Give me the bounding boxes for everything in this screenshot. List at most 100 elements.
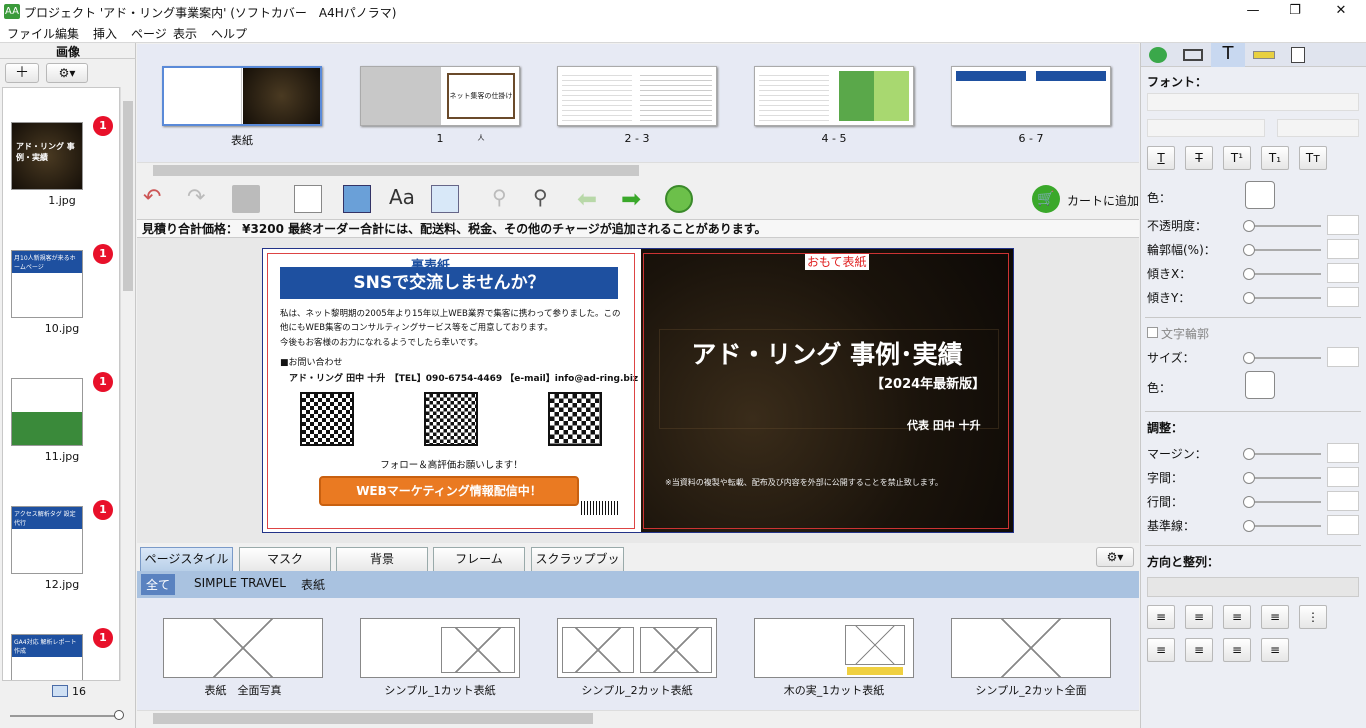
redo-icon[interactable]: ↷	[187, 185, 215, 213]
skew-y-input[interactable]	[1327, 287, 1359, 307]
add-page-icon[interactable]	[294, 185, 322, 213]
char-spacing-slider[interactable]	[1243, 472, 1321, 484]
page-thumb-4-5[interactable]	[754, 66, 914, 126]
add-photo-icon[interactable]	[343, 185, 371, 213]
list-item[interactable]: アド・リング 事例・実績 1 1.jpg	[3, 116, 119, 212]
line-spacing-input[interactable]	[1327, 491, 1359, 511]
align-center-button[interactable]: ≡	[1185, 605, 1213, 629]
slider-knob[interactable]	[1243, 352, 1255, 364]
align-middle-button[interactable]: ≡	[1185, 638, 1213, 662]
back-cover[interactable]: 裏表紙 SNSで交流しませんか？ 私は、ネット黎明期の2005年より15年以上W…	[263, 249, 640, 532]
opacity-input[interactable]	[1327, 215, 1359, 235]
add-image-button[interactable]: ＋	[5, 63, 39, 83]
skew-x-slider[interactable]	[1243, 268, 1321, 280]
slider-knob[interactable]	[1243, 268, 1255, 280]
add-to-cart-label[interactable]: カートに追加	[1067, 192, 1139, 209]
image-list-scrollbar[interactable]	[120, 87, 134, 681]
cover-spread[interactable]: 裏表紙 SNSで交流しませんか？ 私は、ネット黎明期の2005年より15年以上W…	[262, 248, 1014, 533]
list-item[interactable]: 月10人新規客が来るホームページ 1 10.jpg	[3, 244, 119, 340]
align-justify-button[interactable]: ≡	[1261, 605, 1289, 629]
close-button[interactable]: ✕	[1326, 2, 1356, 20]
maximize-button[interactable]: ❐	[1280, 2, 1310, 20]
page-thumb-1[interactable]: ネット集客の仕掛け人	[360, 66, 520, 142]
tab-frame[interactable]: フレーム	[433, 547, 525, 571]
frame-tab-icon[interactable]	[1183, 49, 1203, 61]
small-caps-button[interactable]: Tт	[1299, 146, 1327, 170]
save-icon[interactable]	[232, 185, 260, 213]
opacity-slider[interactable]	[1243, 220, 1321, 232]
skew-y-slider[interactable]	[1243, 292, 1321, 304]
scrollbar-thumb[interactable]	[153, 165, 639, 176]
minimize-button[interactable]: —	[1238, 2, 1268, 20]
subscript-button[interactable]: T₁	[1261, 146, 1289, 170]
outline-width-slider[interactable]	[1243, 244, 1321, 256]
align-right-button[interactable]: ≡	[1223, 605, 1251, 629]
slider-knob[interactable]	[1243, 472, 1255, 484]
text-outline-checkbox[interactable]	[1147, 327, 1158, 338]
tab-mask[interactable]: マスク	[239, 547, 331, 571]
char-spacing-input[interactable]	[1327, 467, 1359, 487]
shape-tab-icon[interactable]	[1149, 47, 1167, 63]
font-family-select[interactable]	[1147, 93, 1359, 111]
tab-settings-button[interactable]: ⚙▾	[1096, 547, 1134, 567]
text-color-swatch[interactable]	[1245, 181, 1275, 209]
align-bottom-button[interactable]: ≡	[1223, 638, 1251, 662]
strikethrough-button[interactable]: T	[1185, 146, 1213, 170]
align-top-button[interactable]: ≡	[1147, 638, 1175, 662]
template-thumbnail[interactable]	[557, 618, 717, 678]
slider-knob[interactable]	[1243, 520, 1255, 532]
filter-cover[interactable]: 表紙	[301, 576, 325, 593]
page-thumb-2-3[interactable]	[557, 66, 717, 126]
outline-size-slider[interactable]	[1243, 352, 1321, 364]
baseline-slider[interactable]	[1243, 520, 1321, 532]
front-cover[interactable]: おもて表紙 アド・リング 事例･実績 【2024年最新版】 代表 田中 十升 ※…	[641, 249, 1013, 532]
scrollbar-thumb[interactable]	[123, 101, 133, 291]
list-item[interactable]: GA4対応 解析レポート作成 1	[3, 628, 119, 680]
margin-slider[interactable]	[1243, 448, 1321, 460]
superscript-button[interactable]: T¹	[1223, 146, 1251, 170]
menu-help[interactable]: ヘルプ	[211, 25, 247, 42]
direction-select[interactable]	[1147, 577, 1359, 597]
outline-color-swatch[interactable]	[1245, 371, 1275, 399]
tab-scrapbook[interactable]: スクラップブック	[531, 547, 624, 588]
edit-image-icon[interactable]	[431, 185, 459, 213]
list-item[interactable]: 1 11.jpg	[3, 372, 119, 468]
skew-x-input[interactable]	[1327, 263, 1359, 283]
image-thumbnail[interactable]: GA4対応 解析レポート作成	[11, 634, 83, 680]
cart-icon[interactable]: 🛒	[1032, 185, 1060, 213]
add-text-icon[interactable]: Aa	[389, 185, 417, 213]
template-thumbnail[interactable]	[754, 618, 914, 678]
menu-view[interactable]: 表示	[173, 25, 197, 42]
slider-knob[interactable]	[1243, 496, 1255, 508]
slider-knob[interactable]	[1243, 220, 1255, 232]
page-thumb-cover[interactable]	[162, 66, 322, 126]
page-strip-scrollbar[interactable]	[137, 162, 1139, 178]
template-thumbnail[interactable]	[951, 618, 1111, 678]
template-thumbnail[interactable]	[360, 618, 520, 678]
scrollbar-thumb[interactable]	[153, 713, 593, 724]
font-size-select[interactable]	[1277, 119, 1359, 137]
image-thumbnail[interactable]: アド・リング 事例・実績	[11, 122, 83, 190]
text-tab-icon[interactable]: T	[1211, 43, 1245, 67]
image-thumbnail[interactable]: アクセス解析タグ 設定代行	[11, 506, 83, 574]
zoom-slider-knob[interactable]	[114, 710, 124, 720]
align-left-button[interactable]: ≡	[1147, 605, 1175, 629]
tab-background[interactable]: 背景	[336, 547, 428, 571]
ruler-tab-icon[interactable]	[1253, 51, 1275, 59]
filter-simple-travel[interactable]: SIMPLE TRAVEL	[194, 576, 286, 590]
image-thumbnail[interactable]	[11, 378, 83, 446]
preview-play-icon[interactable]	[665, 185, 693, 213]
template-scrollbar[interactable]	[137, 710, 1139, 726]
zoom-out-icon[interactable]: ⚲	[492, 185, 520, 213]
filter-all[interactable]: 全て	[141, 574, 176, 595]
image-settings-button[interactable]: ⚙▾	[46, 63, 88, 83]
tab-page-style[interactable]: ページスタイル	[140, 547, 233, 571]
menu-edit[interactable]: 編集	[55, 25, 79, 42]
undo-icon[interactable]: ↶	[143, 185, 171, 213]
menu-page[interactable]: ページ	[131, 25, 167, 42]
margin-input[interactable]	[1327, 443, 1359, 463]
image-thumbnail[interactable]: 月10人新規客が来るホームページ	[11, 250, 83, 318]
slider-knob[interactable]	[1243, 448, 1255, 460]
line-spacing-slider[interactable]	[1243, 496, 1321, 508]
page-thumb-6-7[interactable]	[951, 66, 1111, 126]
